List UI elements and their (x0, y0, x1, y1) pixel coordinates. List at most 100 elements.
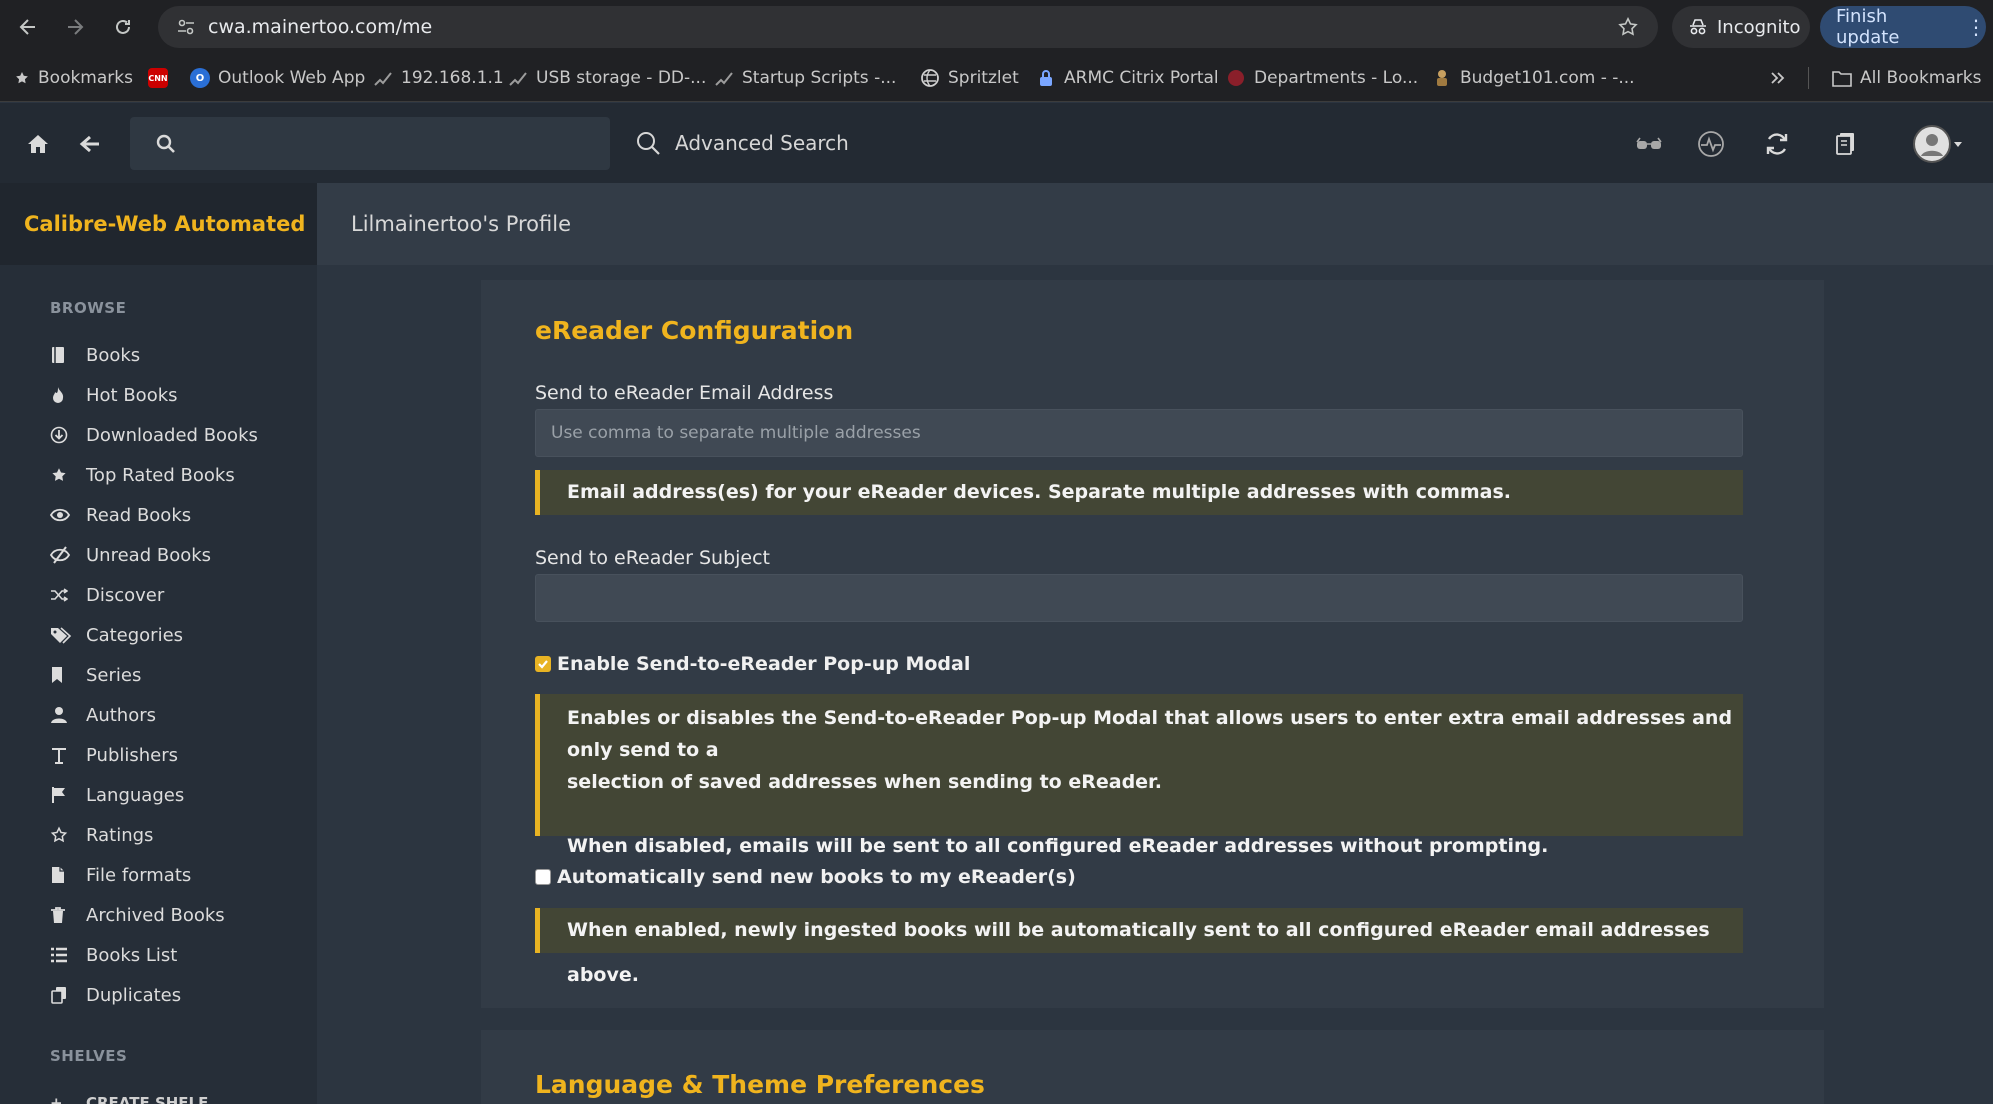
address-bar[interactable]: cwa.mainertoo.com/me (158, 6, 1658, 48)
auto-send-note: When enabled, newly ingested books will … (535, 908, 1743, 986)
sidebar-item-label: Categories (86, 624, 184, 646)
create-shelf-label: CREATE SHELF (86, 1094, 209, 1104)
popup-note-line2: selection of saved addresses when sendin… (567, 771, 1162, 793)
email-label: Send to eReader Email Address (535, 382, 834, 404)
sidebar-item-label: Books (86, 344, 141, 366)
advanced-search-link[interactable]: Advanced Search (635, 103, 849, 183)
sidebar-item-series[interactable]: Series (0, 655, 317, 695)
bookmarks-divider (1808, 67, 1809, 89)
email-help-note: Email address(es) for your eReader devic… (535, 470, 1743, 515)
sidebar-item-duplicates[interactable]: Duplicates (0, 975, 317, 1015)
advanced-search-label: Advanced Search (675, 131, 849, 155)
plus-icon: + (50, 1094, 63, 1104)
bookmark-item[interactable]: 192.168.1.1 (373, 54, 504, 102)
sidebar-item-ratings[interactable]: Ratings (0, 815, 317, 855)
sidebar-item-label: Discover (86, 584, 165, 606)
bookmark-item[interactable]: Departments - Lo... (1226, 54, 1418, 102)
sidebar-item-label: Authors (86, 704, 156, 726)
more-vert-icon[interactable]: ⋮ (1966, 17, 1986, 37)
bookmark-icon (50, 666, 86, 684)
ereader-subject-input[interactable] (535, 574, 1743, 622)
budget-icon (1432, 68, 1452, 88)
browse-section-title: BROWSE (50, 299, 127, 317)
sidebar-item-label: Series (86, 664, 142, 686)
search-bar[interactable] (130, 117, 610, 170)
back-arrow-icon[interactable] (73, 127, 107, 161)
finish-update-button[interactable]: Finish update ⋮ (1820, 6, 1986, 48)
star-icon (50, 466, 86, 484)
list-icon (50, 947, 86, 963)
duplicate-icon (50, 986, 86, 1004)
popup-modal-checkbox[interactable] (535, 656, 551, 672)
bookmark-star-icon[interactable] (1608, 16, 1648, 38)
shelves-section-title: SHELVES (50, 1047, 128, 1065)
sidebar-item-top-rated-books[interactable]: Top Rated Books (0, 455, 317, 495)
trash-icon (50, 906, 86, 924)
bookmark-item[interactable]: Spritzlet (920, 54, 1019, 102)
sidebar-item-books-list[interactable]: Books List (0, 935, 317, 975)
search-input[interactable] (188, 133, 588, 154)
all-bookmarks[interactable]: All Bookmarks (1832, 54, 1981, 102)
back-icon[interactable] (5, 4, 51, 50)
globe-icon (920, 68, 940, 88)
glasses-icon[interactable] (1632, 127, 1666, 161)
sidebar-item-languages[interactable]: Languages (0, 775, 317, 815)
flag-icon (50, 786, 86, 804)
sidebar-item-downloaded-books[interactable]: Downloaded Books (0, 415, 317, 455)
create-shelf-link[interactable]: + CREATE SHELF (0, 1083, 317, 1104)
sidebar-item-publishers[interactable]: Publishers (0, 735, 317, 775)
check-icon (538, 660, 548, 669)
popup-note-line3: When disabled, emails will be sent to al… (567, 835, 1549, 857)
user-icon (50, 706, 86, 724)
sidebar-item-label: Downloaded Books (86, 424, 258, 446)
incognito-badge[interactable]: Incognito (1672, 6, 1810, 48)
bookmark-item[interactable]: O Outlook Web App (190, 54, 365, 102)
folder-icon (1832, 69, 1852, 87)
bookmark-item[interactable]: Budget101.com - -... (1432, 54, 1635, 102)
library-icon[interactable] (1829, 127, 1863, 161)
sidebar-item-authors[interactable]: Authors (0, 695, 317, 735)
forward-icon[interactable] (52, 4, 98, 50)
ereader-email-input[interactable] (535, 409, 1743, 457)
url-text[interactable]: cwa.mainertoo.com/me (208, 16, 1608, 38)
bookmark-item[interactable]: USB storage - DD-... (508, 54, 706, 102)
network-icon (373, 69, 393, 87)
sidebar-item-label: Archived Books (86, 904, 225, 926)
reload-icon[interactable] (100, 4, 146, 50)
sidebar-item-label: Ratings (86, 824, 154, 846)
incognito-label: Incognito (1717, 16, 1801, 38)
red-site-icon (1226, 68, 1246, 88)
avatar[interactable] (1910, 125, 1954, 163)
popup-modal-label: Enable Send-to-eReader Pop-up Modal (557, 653, 971, 675)
home-icon[interactable] (21, 127, 55, 161)
activity-icon[interactable] (1694, 127, 1728, 161)
sidebar-item-label: File formats (86, 864, 192, 886)
sidebar-item-categories[interactable]: Categories (0, 615, 317, 655)
sidebar-item-archived-books[interactable]: Archived Books (0, 895, 317, 935)
bookmark-item[interactable]: Startup Scripts -... (714, 54, 896, 102)
sidebar-item-discover[interactable]: Discover (0, 575, 317, 615)
sidebar-item-read-books[interactable]: Read Books (0, 495, 317, 535)
site-settings-icon[interactable] (164, 17, 208, 37)
book-icon (50, 346, 86, 364)
eye-icon (50, 508, 86, 522)
sidebar-item-unread-books[interactable]: Unread Books (0, 535, 317, 575)
sidebar-item-file-formats[interactable]: File formats (0, 855, 317, 895)
bookmark-item[interactable]: CNN (148, 54, 168, 102)
popup-modal-checkbox-row[interactable]: Enable Send-to-eReader Pop-up Modal (535, 653, 970, 675)
cnn-icon: CNN (148, 68, 168, 88)
bookmark-label: ARMC Citrix Portal (1064, 68, 1219, 88)
brand-title[interactable]: Calibre-Web Automated (0, 183, 317, 265)
bookmark-item[interactable]: ARMC Citrix Portal (1036, 54, 1219, 102)
subject-label: Send to eReader Subject (535, 547, 771, 569)
more-bookmarks-icon[interactable] (1770, 54, 1786, 102)
sidebar-item-books[interactable]: Books (0, 335, 317, 375)
auto-send-checkbox-row[interactable]: Automatically send new books to my eRead… (535, 866, 1076, 888)
refresh-icon[interactable] (1760, 127, 1794, 161)
sidebar-item-hot-books[interactable]: Hot Books (0, 375, 317, 415)
sidebar-item-label: Hot Books (86, 384, 178, 406)
chevron-down-icon[interactable] (1952, 127, 1964, 161)
finish-update-label: Finish update (1836, 6, 1900, 48)
auto-send-checkbox[interactable] (535, 869, 551, 885)
bookmark-item[interactable]: Bookmarks (14, 54, 133, 102)
